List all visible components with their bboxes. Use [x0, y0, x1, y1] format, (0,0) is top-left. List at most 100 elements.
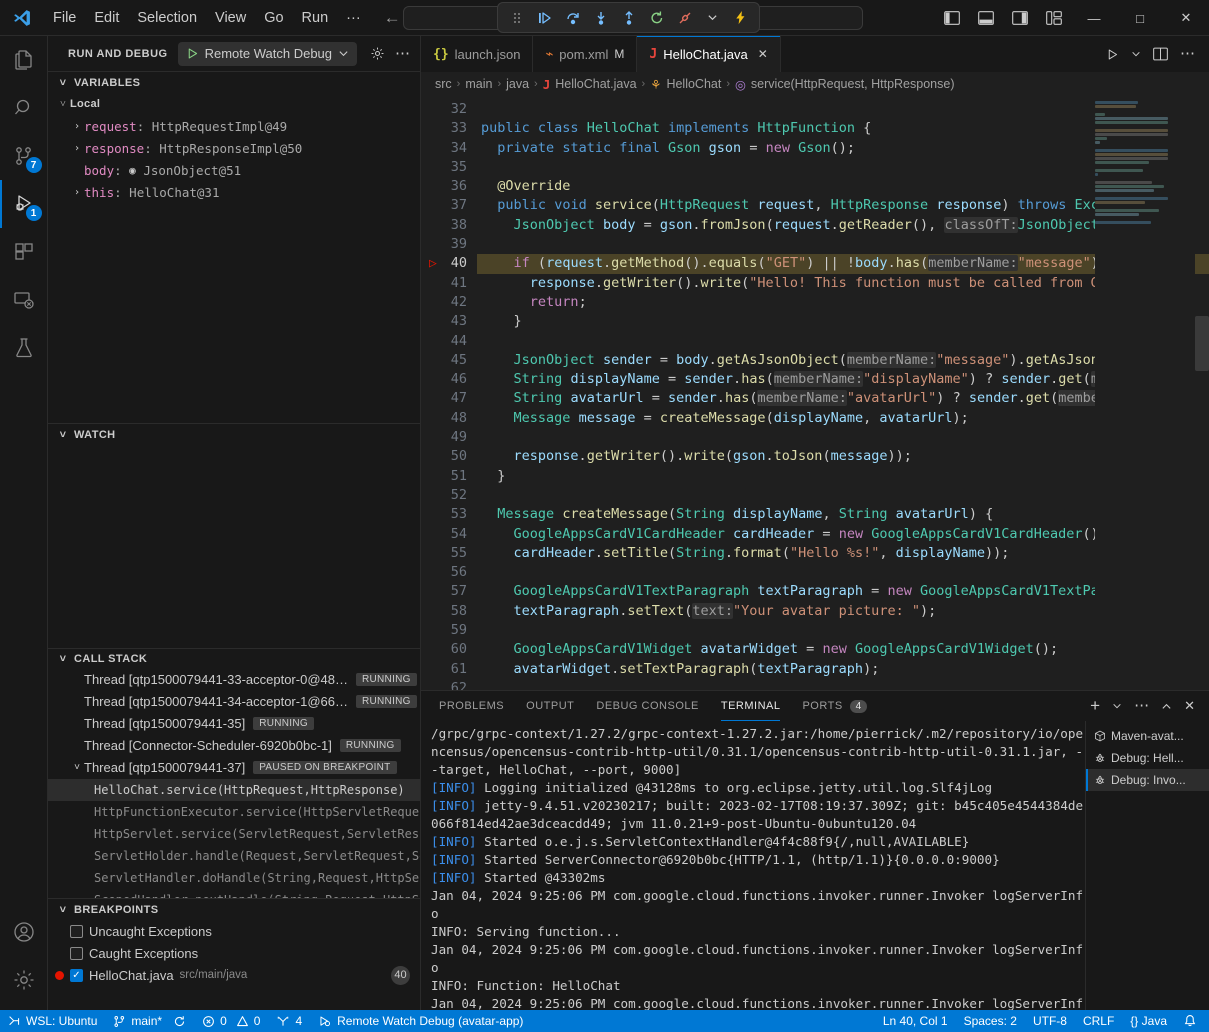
breakpoints-section-header[interactable]: ˅ BREAKPOINTS	[48, 898, 420, 920]
eye-icon[interactable]: ◉	[129, 164, 136, 177]
restart-icon[interactable]	[644, 5, 669, 30]
line-number[interactable]: 33	[421, 119, 467, 138]
panel-tab-output[interactable]: OUTPUT	[526, 691, 574, 721]
status-indentation[interactable]: Spaces: 2	[956, 1010, 1025, 1032]
line-number[interactable]: 55	[421, 544, 467, 563]
breakpoint-row-caught-exceptions[interactable]: Caught Exceptions	[48, 942, 420, 964]
toggle-primary-sidebar-icon[interactable]	[935, 0, 969, 36]
watch-section-header[interactable]: ˅ WATCH	[48, 423, 420, 445]
ellipsis-icon[interactable]: ⋯	[1180, 50, 1195, 58]
line-number[interactable]: 60	[421, 640, 467, 659]
variables-section-header[interactable]: ˅ VARIABLES	[48, 71, 420, 93]
tab-hellochat-java[interactable]: J HelloChat.java ✕	[637, 36, 780, 72]
call-stack-frame[interactable]: ServletHandler.doHandle(String,Request,H…	[48, 867, 420, 889]
terminal-item-maven[interactable]: Maven-avat...	[1086, 725, 1209, 747]
breakpoint-row-uncaught-exceptions[interactable]: Uncaught Exceptions	[48, 920, 420, 942]
line-number[interactable]: 61	[421, 660, 467, 679]
panel-tab-debug-console[interactable]: DEBUG CONSOLE	[596, 691, 698, 721]
call-stack-frame[interactable]: HttpFunctionExecutor.service(HttpServlet…	[48, 801, 420, 823]
line-number[interactable]: 48	[421, 409, 467, 428]
line-number[interactable]: 59	[421, 621, 467, 640]
editor-scrollbar[interactable]	[1195, 96, 1209, 690]
line-number[interactable]: 50	[421, 447, 467, 466]
terminal-output[interactable]: /grpc/grpc-context/1.27.2/grpc-context-1…	[421, 721, 1085, 1010]
toggle-secondary-sidebar-icon[interactable]	[1003, 0, 1037, 36]
status-ports[interactable]: 4	[268, 1010, 310, 1032]
menu-go[interactable]: Go	[255, 7, 292, 29]
status-editor-position[interactable]: Ln 40, Col 1	[875, 1010, 956, 1032]
call-stack-thread[interactable]: Thread [Connector-Scheduler-6920b0bc-1] …	[48, 735, 420, 757]
ellipsis-icon[interactable]: ⋯	[395, 50, 410, 58]
step-out-icon[interactable]	[616, 5, 641, 30]
chevron-right-icon[interactable]: ›	[70, 143, 84, 154]
chevron-down-icon[interactable]	[700, 5, 725, 30]
status-git-branch[interactable]: main*	[105, 1010, 194, 1032]
line-number[interactable]: 56	[421, 563, 467, 582]
terminal-item-debug-hello[interactable]: Debug: Hell...	[1086, 747, 1209, 769]
line-number[interactable]: 58	[421, 602, 467, 621]
activity-item-accounts[interactable]	[0, 908, 48, 956]
breadcrumb-item-src[interactable]: src	[435, 77, 452, 91]
window-maximize-button[interactable]: □	[1117, 0, 1163, 36]
panel-tab-ports[interactable]: PORTS 4	[802, 691, 867, 721]
menu-view[interactable]: View	[206, 7, 255, 29]
tab-pom-xml[interactable]: ⌁ pom.xml M	[533, 36, 637, 72]
panel-tab-terminal[interactable]: TERMINAL	[721, 691, 781, 721]
split-editor-icon[interactable]	[1153, 47, 1168, 61]
line-number-gutter[interactable]: 323334353637383940▷414243444546474849505…	[421, 96, 477, 690]
menu-run[interactable]: Run	[293, 7, 338, 29]
continue-icon[interactable]	[532, 5, 557, 30]
line-number[interactable]: 32	[421, 100, 467, 119]
line-number[interactable]: 62	[421, 679, 467, 690]
window-minimize-button[interactable]: —	[1071, 0, 1117, 36]
menu-selection[interactable]: Selection	[128, 7, 206, 29]
variable-row-request[interactable]: › request: HttpRequestImpl@49	[48, 115, 420, 137]
breadcrumb-item-java[interactable]: java	[506, 77, 529, 91]
breakpoint-arrow-icon[interactable]: ▷	[429, 254, 437, 273]
gear-icon[interactable]	[370, 46, 385, 61]
menu-file[interactable]: File	[44, 7, 85, 29]
status-problems[interactable]: 0 0	[194, 1010, 268, 1032]
activity-item-testing[interactable]	[0, 324, 48, 372]
breadcrumb-item-main[interactable]: main	[465, 77, 492, 91]
line-number[interactable]: 35	[421, 158, 467, 177]
status-notifications[interactable]	[1175, 1010, 1209, 1032]
call-stack-section-header[interactable]: ˅ CALL STACK	[48, 648, 420, 669]
step-into-icon[interactable]	[588, 5, 613, 30]
menu-bar[interactable]: File Edit Selection View Go Run ···	[44, 7, 370, 29]
variable-row-this[interactable]: › this: HelloChat@31	[48, 181, 420, 203]
activity-item-remote-explorer[interactable]	[0, 276, 48, 324]
line-number[interactable]: 44	[421, 332, 467, 351]
activity-item-explorer[interactable]	[0, 36, 48, 84]
menu-more[interactable]: ···	[337, 7, 370, 29]
line-number[interactable]: 34	[421, 139, 467, 158]
line-number[interactable]: 52	[421, 486, 467, 505]
toggle-panel-icon[interactable]	[969, 0, 1003, 36]
customize-layout-icon[interactable]	[1037, 0, 1071, 36]
status-debug-session[interactable]: Remote Watch Debug (avatar-app)	[310, 1010, 531, 1032]
call-stack-frame[interactable]: ServletHolder.handle(Request,ServletRequ…	[48, 845, 420, 867]
breakpoint-checkbox[interactable]	[70, 947, 83, 960]
chevron-right-icon[interactable]: ›	[70, 121, 84, 132]
line-number[interactable]: 45	[421, 351, 467, 370]
activity-item-settings[interactable]	[0, 956, 48, 1004]
line-number[interactable]: 54	[421, 525, 467, 544]
breadcrumb-item-method[interactable]: service(HttpRequest, HttpResponse)	[751, 77, 955, 91]
scrollbar-thumb[interactable]	[1195, 316, 1209, 371]
line-number[interactable]: 36	[421, 177, 467, 196]
breakpoint-row-hellochat[interactable]: ✓ HelloChat.java src/main/java 40	[48, 964, 420, 986]
close-icon[interactable]: ✕	[758, 47, 768, 61]
call-stack-thread-paused[interactable]: ˅ Thread [qtp1500079441-37] PAUSED ON BR…	[48, 757, 420, 779]
activity-item-extensions[interactable]	[0, 228, 48, 276]
activity-item-search[interactable]	[0, 84, 48, 132]
minimap[interactable]	[1095, 96, 1195, 690]
variable-row-response[interactable]: › response: HttpResponseImpl@50	[48, 137, 420, 159]
call-stack-thread[interactable]: Thread [qtp1500079441-34-acceptor-1@66… …	[48, 691, 420, 713]
close-icon[interactable]: ✕	[1184, 698, 1195, 714]
chevron-right-icon[interactable]: ›	[70, 187, 84, 198]
code-editor[interactable]: 323334353637383940▷414243444546474849505…	[421, 96, 1209, 690]
line-number[interactable]: 39	[421, 235, 467, 254]
step-over-icon[interactable]	[560, 5, 585, 30]
line-number[interactable]: 38	[421, 216, 467, 235]
call-stack-thread[interactable]: Thread [qtp1500079441-35] RUNNING	[48, 713, 420, 735]
